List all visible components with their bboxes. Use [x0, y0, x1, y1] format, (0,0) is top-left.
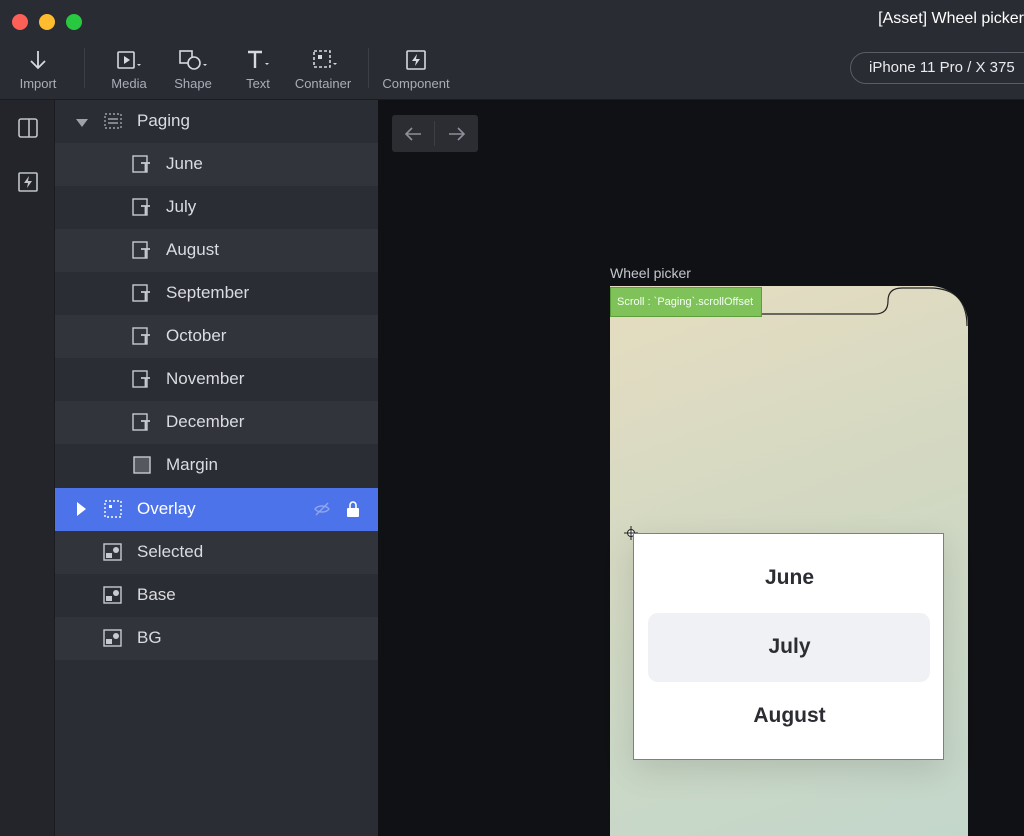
- zoom-window-button[interactable]: [66, 14, 82, 30]
- nav-divider: [434, 121, 435, 146]
- hidden-eye-icon[interactable]: [313, 500, 333, 520]
- layer-paging[interactable]: Paging: [55, 100, 378, 143]
- paging-container-icon: [103, 111, 123, 131]
- container-layer-icon: [103, 499, 123, 519]
- close-window-button[interactable]: [12, 14, 28, 30]
- image-layer-icon: [103, 628, 123, 648]
- text-layer-icon: [132, 283, 152, 303]
- layer-label: November: [166, 369, 245, 388]
- text-label: Text: [246, 76, 270, 91]
- layer-november[interactable]: November: [55, 358, 378, 401]
- text-layer-icon: [132, 154, 152, 174]
- import-button[interactable]: Import: [14, 48, 62, 92]
- component-button[interactable]: Component: [380, 48, 452, 92]
- layer-label: July: [166, 197, 197, 216]
- container-button[interactable]: Container: [292, 48, 354, 92]
- layer-label: September: [166, 283, 250, 302]
- image-layer-icon: [103, 585, 123, 605]
- media-button[interactable]: Media: [106, 48, 152, 92]
- scroll-interaction-tag[interactable]: Scroll : `Paging`.scrollOffset: [610, 287, 762, 317]
- component-bolt-icon: [380, 48, 452, 72]
- back-arrow-icon[interactable]: [392, 115, 434, 152]
- text-layer-icon: [132, 369, 152, 389]
- forward-arrow-icon[interactable]: [436, 115, 478, 152]
- expand-triangle-icon[interactable]: [77, 501, 87, 521]
- layers-panel-icon[interactable]: [17, 117, 39, 139]
- arrow-down-icon: [14, 48, 62, 72]
- lock-icon[interactable]: [345, 500, 365, 520]
- layer-label: BG: [137, 628, 162, 647]
- shape-label: Shape: [174, 76, 212, 91]
- toolbar-divider: [84, 48, 85, 88]
- design-canvas[interactable]: Wheel picker Scroll : `Paging`.scrollOff…: [378, 100, 1024, 836]
- layer-label: June: [166, 154, 203, 173]
- container-icon: [292, 48, 354, 72]
- toolbar-divider: [368, 48, 369, 88]
- shape-icon: [172, 48, 214, 72]
- media-label: Media: [111, 76, 147, 91]
- layer-label: Margin: [166, 455, 218, 474]
- picker-item[interactable]: August: [634, 704, 945, 728]
- layer-august[interactable]: August: [55, 229, 378, 272]
- collapse-triangle-icon[interactable]: [76, 114, 88, 134]
- layer-label: Overlay: [137, 499, 196, 518]
- picker-item[interactable]: June: [634, 566, 945, 590]
- media-play-icon: [106, 48, 152, 72]
- picker-item-selected[interactable]: July: [634, 635, 945, 659]
- title-toolbar: [Asset] Wheel picker Import Media Shape …: [0, 0, 1024, 100]
- text-button[interactable]: Text: [240, 48, 276, 92]
- image-layer-icon: [103, 542, 123, 562]
- text-layer-icon: [132, 412, 152, 432]
- layer-base[interactable]: Base: [55, 574, 378, 617]
- components-panel-icon[interactable]: [17, 171, 39, 193]
- wheel-picker-card[interactable]: June July August: [633, 533, 944, 760]
- minimize-window-button[interactable]: [39, 14, 55, 30]
- text-layer-icon: [132, 240, 152, 260]
- layer-label: August: [166, 240, 219, 259]
- layers-panel: Paging June July August September Octobe…: [55, 100, 378, 836]
- layer-label: Base: [137, 585, 176, 604]
- left-rail: [0, 100, 55, 836]
- layer-september[interactable]: September: [55, 272, 378, 315]
- device-selector[interactable]: iPhone 11 Pro / X 375: [850, 52, 1024, 84]
- layer-bg[interactable]: BG: [55, 617, 378, 660]
- window-title: [Asset] Wheel picker: [878, 10, 1024, 27]
- text-icon: [240, 48, 276, 72]
- text-layer-icon: [132, 326, 152, 346]
- container-label: Container: [294, 76, 352, 91]
- history-nav: [392, 115, 478, 152]
- frame-label[interactable]: Wheel picker: [610, 265, 691, 281]
- layer-june[interactable]: June: [55, 143, 378, 186]
- layer-july[interactable]: July: [55, 186, 378, 229]
- text-layer-icon: [132, 197, 152, 217]
- import-label: Import: [19, 76, 57, 91]
- layer-label: December: [166, 412, 245, 431]
- layer-overlay[interactable]: Overlay: [55, 488, 378, 531]
- rectangle-layer-icon: [132, 455, 152, 475]
- layer-december[interactable]: December: [55, 401, 378, 444]
- layer-label: Selected: [137, 542, 204, 561]
- layer-margin[interactable]: Margin: [55, 444, 378, 487]
- layer-october[interactable]: October: [55, 315, 378, 358]
- component-label: Component: [382, 76, 450, 91]
- shape-button[interactable]: Shape: [172, 48, 214, 92]
- layer-label: Paging: [137, 111, 190, 130]
- layer-label: October: [166, 326, 227, 345]
- layer-selected[interactable]: Selected: [55, 531, 378, 574]
